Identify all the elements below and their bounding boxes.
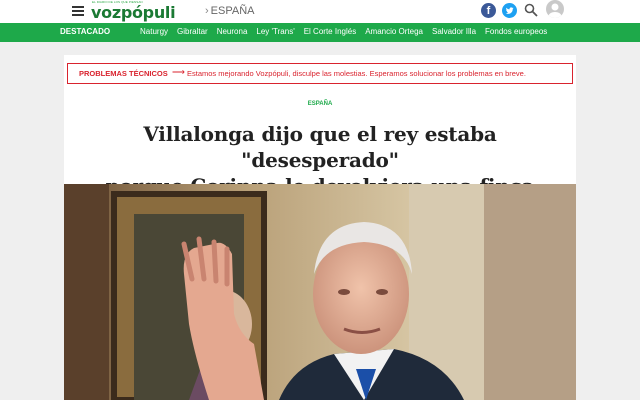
logo-name: vozpópuli: [91, 3, 176, 22]
search-icon[interactable]: [524, 3, 538, 17]
nav-link-neurona[interactable]: Neurona: [217, 27, 248, 36]
headline-line-1: Villalonga dijo que el rey estaba "deses…: [143, 122, 497, 172]
nav-link-naturgy[interactable]: Naturgy: [140, 27, 168, 36]
nav-link-fondos-europeos[interactable]: Fondos europeos: [485, 27, 547, 36]
nav-link-ley-trans[interactable]: Ley 'Trans': [256, 27, 294, 36]
menu-icon[interactable]: [72, 6, 84, 16]
arrow-right-icon: ⟶: [172, 67, 185, 77]
article-photo: [64, 184, 576, 400]
section-tag[interactable]: ESPAÑA: [64, 101, 576, 107]
facebook-icon[interactable]: f: [481, 3, 496, 18]
featured-nav: DESTACADO Naturgy Gibraltar Neurona Ley …: [0, 23, 640, 42]
top-header: EL DIARIO DE LOS QUE PIENSAN vozpópuli ›…: [0, 0, 640, 23]
nav-link-salvador-illa[interactable]: Salvador Illa: [432, 27, 476, 36]
twitter-icon[interactable]: [502, 3, 517, 18]
site-logo[interactable]: EL DIARIO DE LOS QUE PIENSAN vozpópuli: [91, 0, 191, 22]
technical-alert-banner: PROBLEMAS TÉCNICOS ⟶ Estamos mejorando V…: [67, 63, 573, 84]
alert-message: Estamos mejorando Vozpópuli, disculpe la…: [187, 69, 526, 78]
nav-link-gibraltar[interactable]: Gibraltar: [177, 27, 208, 36]
featured-label: DESTACADO: [60, 27, 111, 36]
article-card: PROBLEMAS TÉCNICOS ⟶ Estamos mejorando V…: [64, 55, 576, 400]
featured-links: Naturgy Gibraltar Neurona Ley 'Trans' El…: [140, 27, 556, 36]
chevron-right-icon: ›: [205, 5, 209, 17]
user-icon[interactable]: [546, 0, 564, 18]
breadcrumb[interactable]: › ESPAÑA: [205, 5, 254, 17]
nav-link-el-corte-ingles[interactable]: El Corte Inglés: [304, 27, 356, 36]
breadcrumb-label: ESPAÑA: [210, 5, 255, 17]
alert-title: PROBLEMAS TÉCNICOS: [79, 69, 168, 78]
nav-link-amancio-ortega[interactable]: Amancio Ortega: [365, 27, 423, 36]
